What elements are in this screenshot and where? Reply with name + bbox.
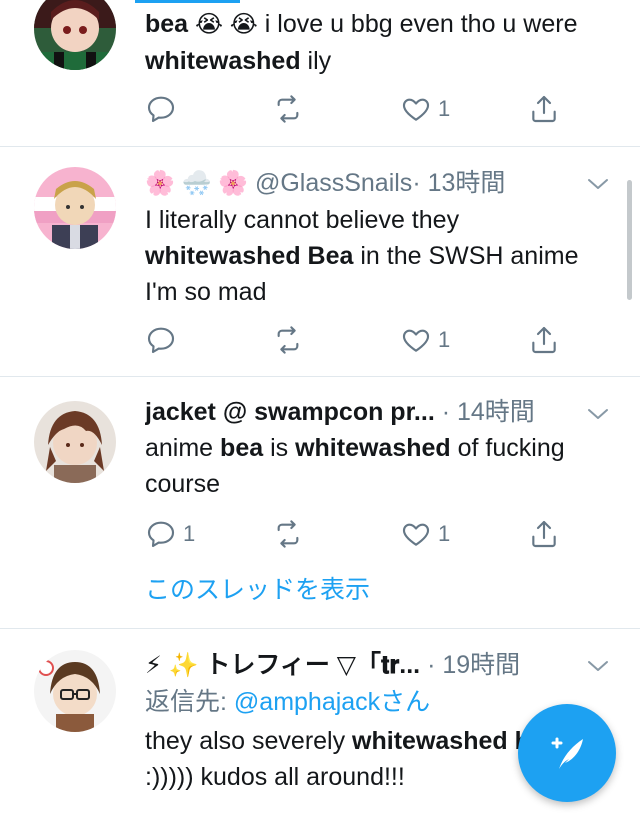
avatar-image xyxy=(34,650,116,732)
retweet-button[interactable] xyxy=(272,89,304,129)
retweet-icon xyxy=(277,520,299,548)
reply-button[interactable]: 1 xyxy=(145,514,195,554)
timestamp[interactable]: · 13時間 xyxy=(412,169,505,197)
avatar-image xyxy=(34,0,116,70)
like-button[interactable]: 1 xyxy=(400,89,450,129)
tweet-actions: 1 xyxy=(145,89,575,129)
name-emoji[interactable]: 🌸 🌨️ 🌸 xyxy=(145,170,248,197)
tweet-header: jacket @ swampcon pr... · 14時間 xyxy=(145,394,604,430)
tweet-text: anime bea is whitewashed of fucking cour… xyxy=(145,434,565,498)
like-count: 1 xyxy=(438,521,451,546)
like-icon xyxy=(402,98,430,121)
tweet-3[interactable]: jacket @ swampcon pr... · 14時間 anime bea… xyxy=(0,376,640,629)
share-icon xyxy=(532,95,556,123)
tweet-text: I literally cannot believe they whitewas… xyxy=(145,206,579,306)
tweet-1[interactable]: bea 😭 😭 i love u bbg even tho u were whi… xyxy=(0,0,640,147)
avatar-image xyxy=(34,167,116,249)
reply-icon xyxy=(147,521,175,548)
avatar[interactable] xyxy=(34,401,116,483)
handle[interactable]: @GlassSnails xyxy=(255,169,412,197)
display-name[interactable]: jacket @ swampcon pr... xyxy=(145,398,435,426)
like-count: 1 xyxy=(438,96,451,121)
retweet-button[interactable] xyxy=(272,320,304,360)
avatar[interactable] xyxy=(34,167,116,249)
avatar[interactable] xyxy=(34,650,116,732)
like-count: 1 xyxy=(438,327,451,352)
reply-button[interactable] xyxy=(145,89,177,129)
tweet-text: bea 😭 😭 i love u bbg even tho u were whi… xyxy=(145,10,578,75)
name-emoji: 😭 😭 xyxy=(195,11,258,38)
display-name[interactable]: トレフィー ▽「𝐭𝐫... xyxy=(205,651,420,679)
like-icon xyxy=(402,523,430,546)
share-button[interactable] xyxy=(528,514,560,554)
like-button[interactable]: 1 xyxy=(400,320,450,360)
reply-count: 1 xyxy=(183,521,196,546)
compose-tweet-button[interactable] xyxy=(518,704,616,802)
retweet-icon xyxy=(277,95,299,123)
display-name[interactable]: bea xyxy=(145,10,188,38)
chevron-down-icon[interactable] xyxy=(586,176,610,192)
timestamp[interactable]: · 14時間 xyxy=(442,398,535,426)
reply-icon xyxy=(147,96,175,123)
tweet-2[interactable]: 🌸 🌨️ 🌸 @GlassSnails· 13時間 I literally ca… xyxy=(0,146,640,377)
tweet-header: 🌸 🌨️ 🌸 @GlassSnails· 13時間 xyxy=(145,165,604,202)
timestamp[interactable]: · 19時間 xyxy=(427,651,520,679)
compose-icon xyxy=(551,737,583,769)
name-emoji[interactable]: ⚡ ✨ xyxy=(145,652,198,679)
like-icon xyxy=(402,329,430,352)
reply-button[interactable] xyxy=(145,320,177,360)
chevron-down-icon[interactable] xyxy=(586,406,610,422)
share-icon xyxy=(532,326,556,354)
tweet-actions: 1 1 xyxy=(145,514,575,554)
share-icon xyxy=(532,520,556,548)
reply-icon xyxy=(147,327,175,354)
tweet-header: ⚡ ✨ トレフィー ▽「𝐭𝐫... · 19時間 xyxy=(145,647,604,684)
like-button[interactable]: 1 xyxy=(400,514,450,554)
retweet-icon xyxy=(277,326,299,354)
reply-to-handle[interactable]: @amphajackさん xyxy=(234,688,430,716)
avatar[interactable] xyxy=(34,0,116,70)
tweet-actions: 1 xyxy=(145,320,575,360)
show-thread-link[interactable]: このスレッドを表示 xyxy=(145,570,370,606)
share-button[interactable] xyxy=(528,89,560,129)
chevron-down-icon[interactable] xyxy=(586,658,610,674)
retweet-button[interactable] xyxy=(272,514,304,554)
share-button[interactable] xyxy=(528,320,560,360)
avatar-image xyxy=(34,401,116,483)
